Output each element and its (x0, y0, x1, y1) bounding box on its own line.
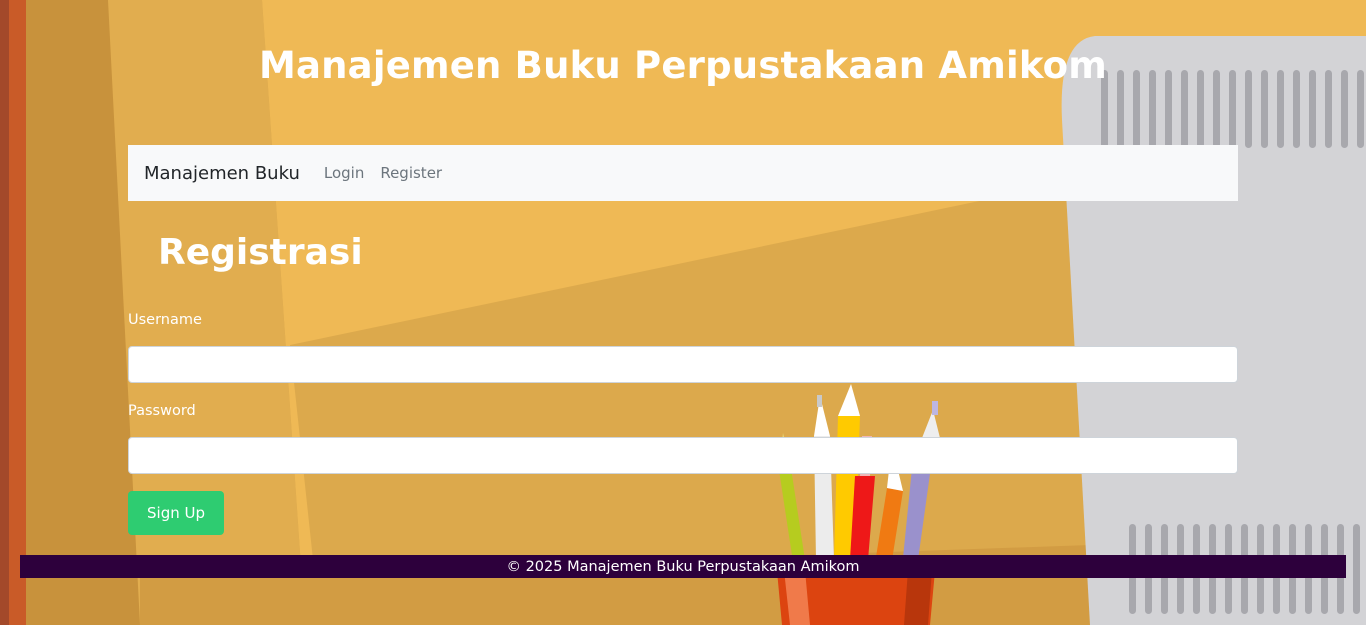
nav-link-register[interactable]: Register (380, 164, 442, 182)
nav-link-login[interactable]: Login (324, 164, 364, 182)
navbar: Manajemen Buku Login Register (128, 145, 1238, 201)
username-label: Username (128, 312, 202, 328)
footer: © 2025 Manajemen Buku Perpustakaan Amiko… (20, 555, 1346, 578)
navbar-brand[interactable]: Manajemen Buku (144, 163, 300, 184)
password-input[interactable] (128, 437, 1238, 474)
username-input[interactable] (128, 346, 1238, 383)
page-heading: Registrasi (158, 232, 363, 273)
sign-up-button[interactable]: Sign Up (128, 491, 224, 535)
footer-text: © 2025 Manajemen Buku Perpustakaan Amiko… (506, 558, 860, 575)
password-label: Password (128, 403, 196, 419)
site-title: Manajemen Buku Perpustakaan Amikom (258, 44, 1108, 87)
